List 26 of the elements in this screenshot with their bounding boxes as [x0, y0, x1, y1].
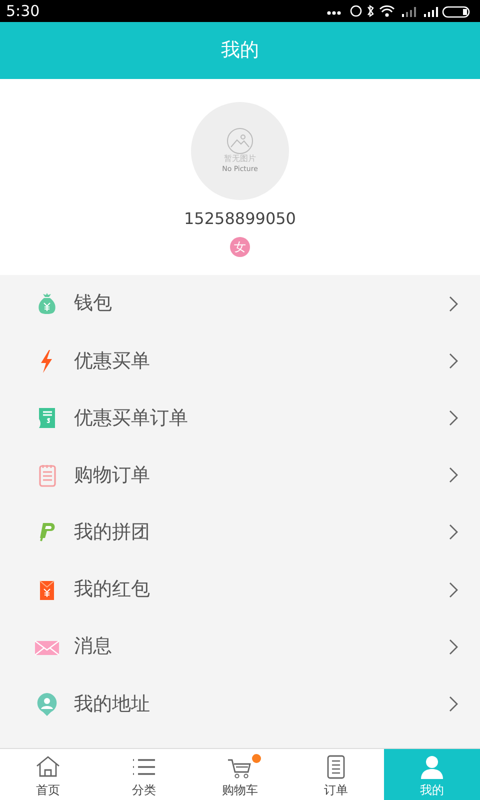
page-title: 我的 [221, 38, 259, 64]
chevron-right-icon [448, 696, 458, 712]
chevron-right-icon [448, 352, 458, 369]
menu-item[interactable]: 我的红包 [0, 560, 480, 618]
chevron-right-icon [448, 524, 458, 540]
menu-item[interactable]: 消息 [0, 618, 480, 676]
chevron-right-icon [448, 638, 458, 655]
menu-item[interactable]: 钱包 [0, 275, 480, 332]
tab[interactable]: 购物车 [192, 749, 288, 800]
tab[interactable]: 首页 [0, 749, 96, 800]
clock-time: 5:30 [6, 0, 40, 22]
menu-item[interactable]: 购物订单 [0, 446, 480, 504]
menu-item[interactable]: 我的地址 [0, 675, 480, 732]
user-icon [418, 753, 446, 781]
menu-item[interactable]: 优惠买单订单 [0, 389, 480, 447]
tab[interactable]: 分类 [96, 749, 192, 800]
phone-number: 15258899050 [184, 208, 296, 230]
gender-badge: 女 [230, 237, 250, 257]
tab[interactable]: 订单 [288, 749, 384, 800]
chevron-right-icon [448, 467, 458, 484]
image-icon [226, 127, 254, 156]
menu-item[interactable]: 优惠买单 [0, 332, 480, 390]
menu-item[interactable]: 我的拼团 [0, 504, 480, 561]
chevron-right-icon [448, 410, 458, 426]
chevron-right-icon [448, 296, 458, 312]
chevron-right-icon [448, 582, 458, 598]
